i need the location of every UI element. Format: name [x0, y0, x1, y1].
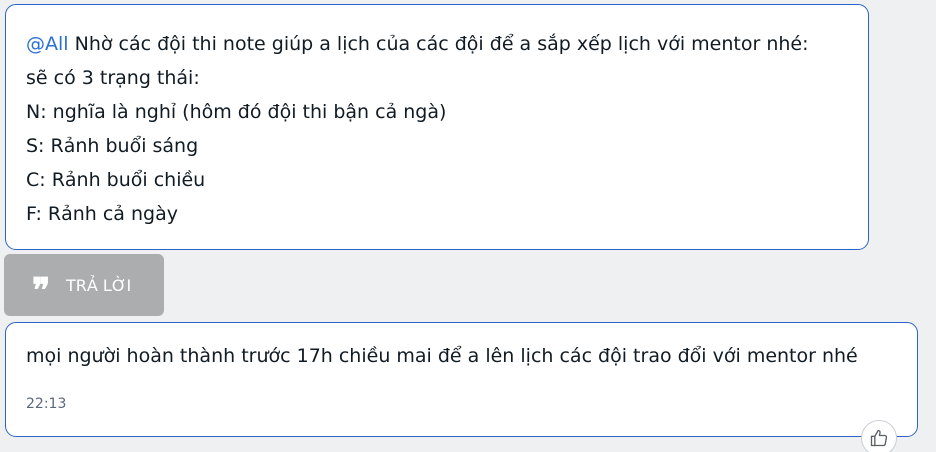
like-reaction-button[interactable] [861, 420, 897, 452]
message-line: sẽ có 3 trạng thái: [26, 67, 200, 89]
message-bubble: @All Nhờ các đội thi note giúp a lịch củ… [5, 4, 869, 250]
quote-icon: ❞ [32, 271, 50, 311]
message-line: @All Nhờ các đội thi note giúp a lịch củ… [26, 27, 868, 61]
reply-button[interactable]: ❞ TRẢ LỜI [4, 254, 164, 316]
reply-button-label: TRẢ LỜI [66, 275, 132, 295]
message-line: C: Rảnh buổi chiều [26, 169, 206, 191]
chat-view: @All Nhờ các đội thi note giúp a lịch củ… [0, 0, 936, 452]
thumbs-up-icon [870, 429, 888, 447]
message-bubble: mọi người hoàn thành trước 17h chiều mai… [5, 322, 918, 437]
message-text: Nhờ các đội thi note giúp a lịch của các… [68, 33, 809, 55]
mention-all-link[interactable]: @All [26, 33, 69, 55]
message-line: F: Rảnh cả ngày [26, 203, 178, 225]
message-timestamp: 22:13 [26, 396, 67, 412]
message-line: S: Rảnh buổi sáng [26, 135, 199, 157]
message-line: N: nghĩa là nghỉ (hôm đó đội thi bận cả … [26, 101, 447, 123]
message-text: mọi người hoàn thành trước 17h chiều mai… [26, 345, 858, 367]
